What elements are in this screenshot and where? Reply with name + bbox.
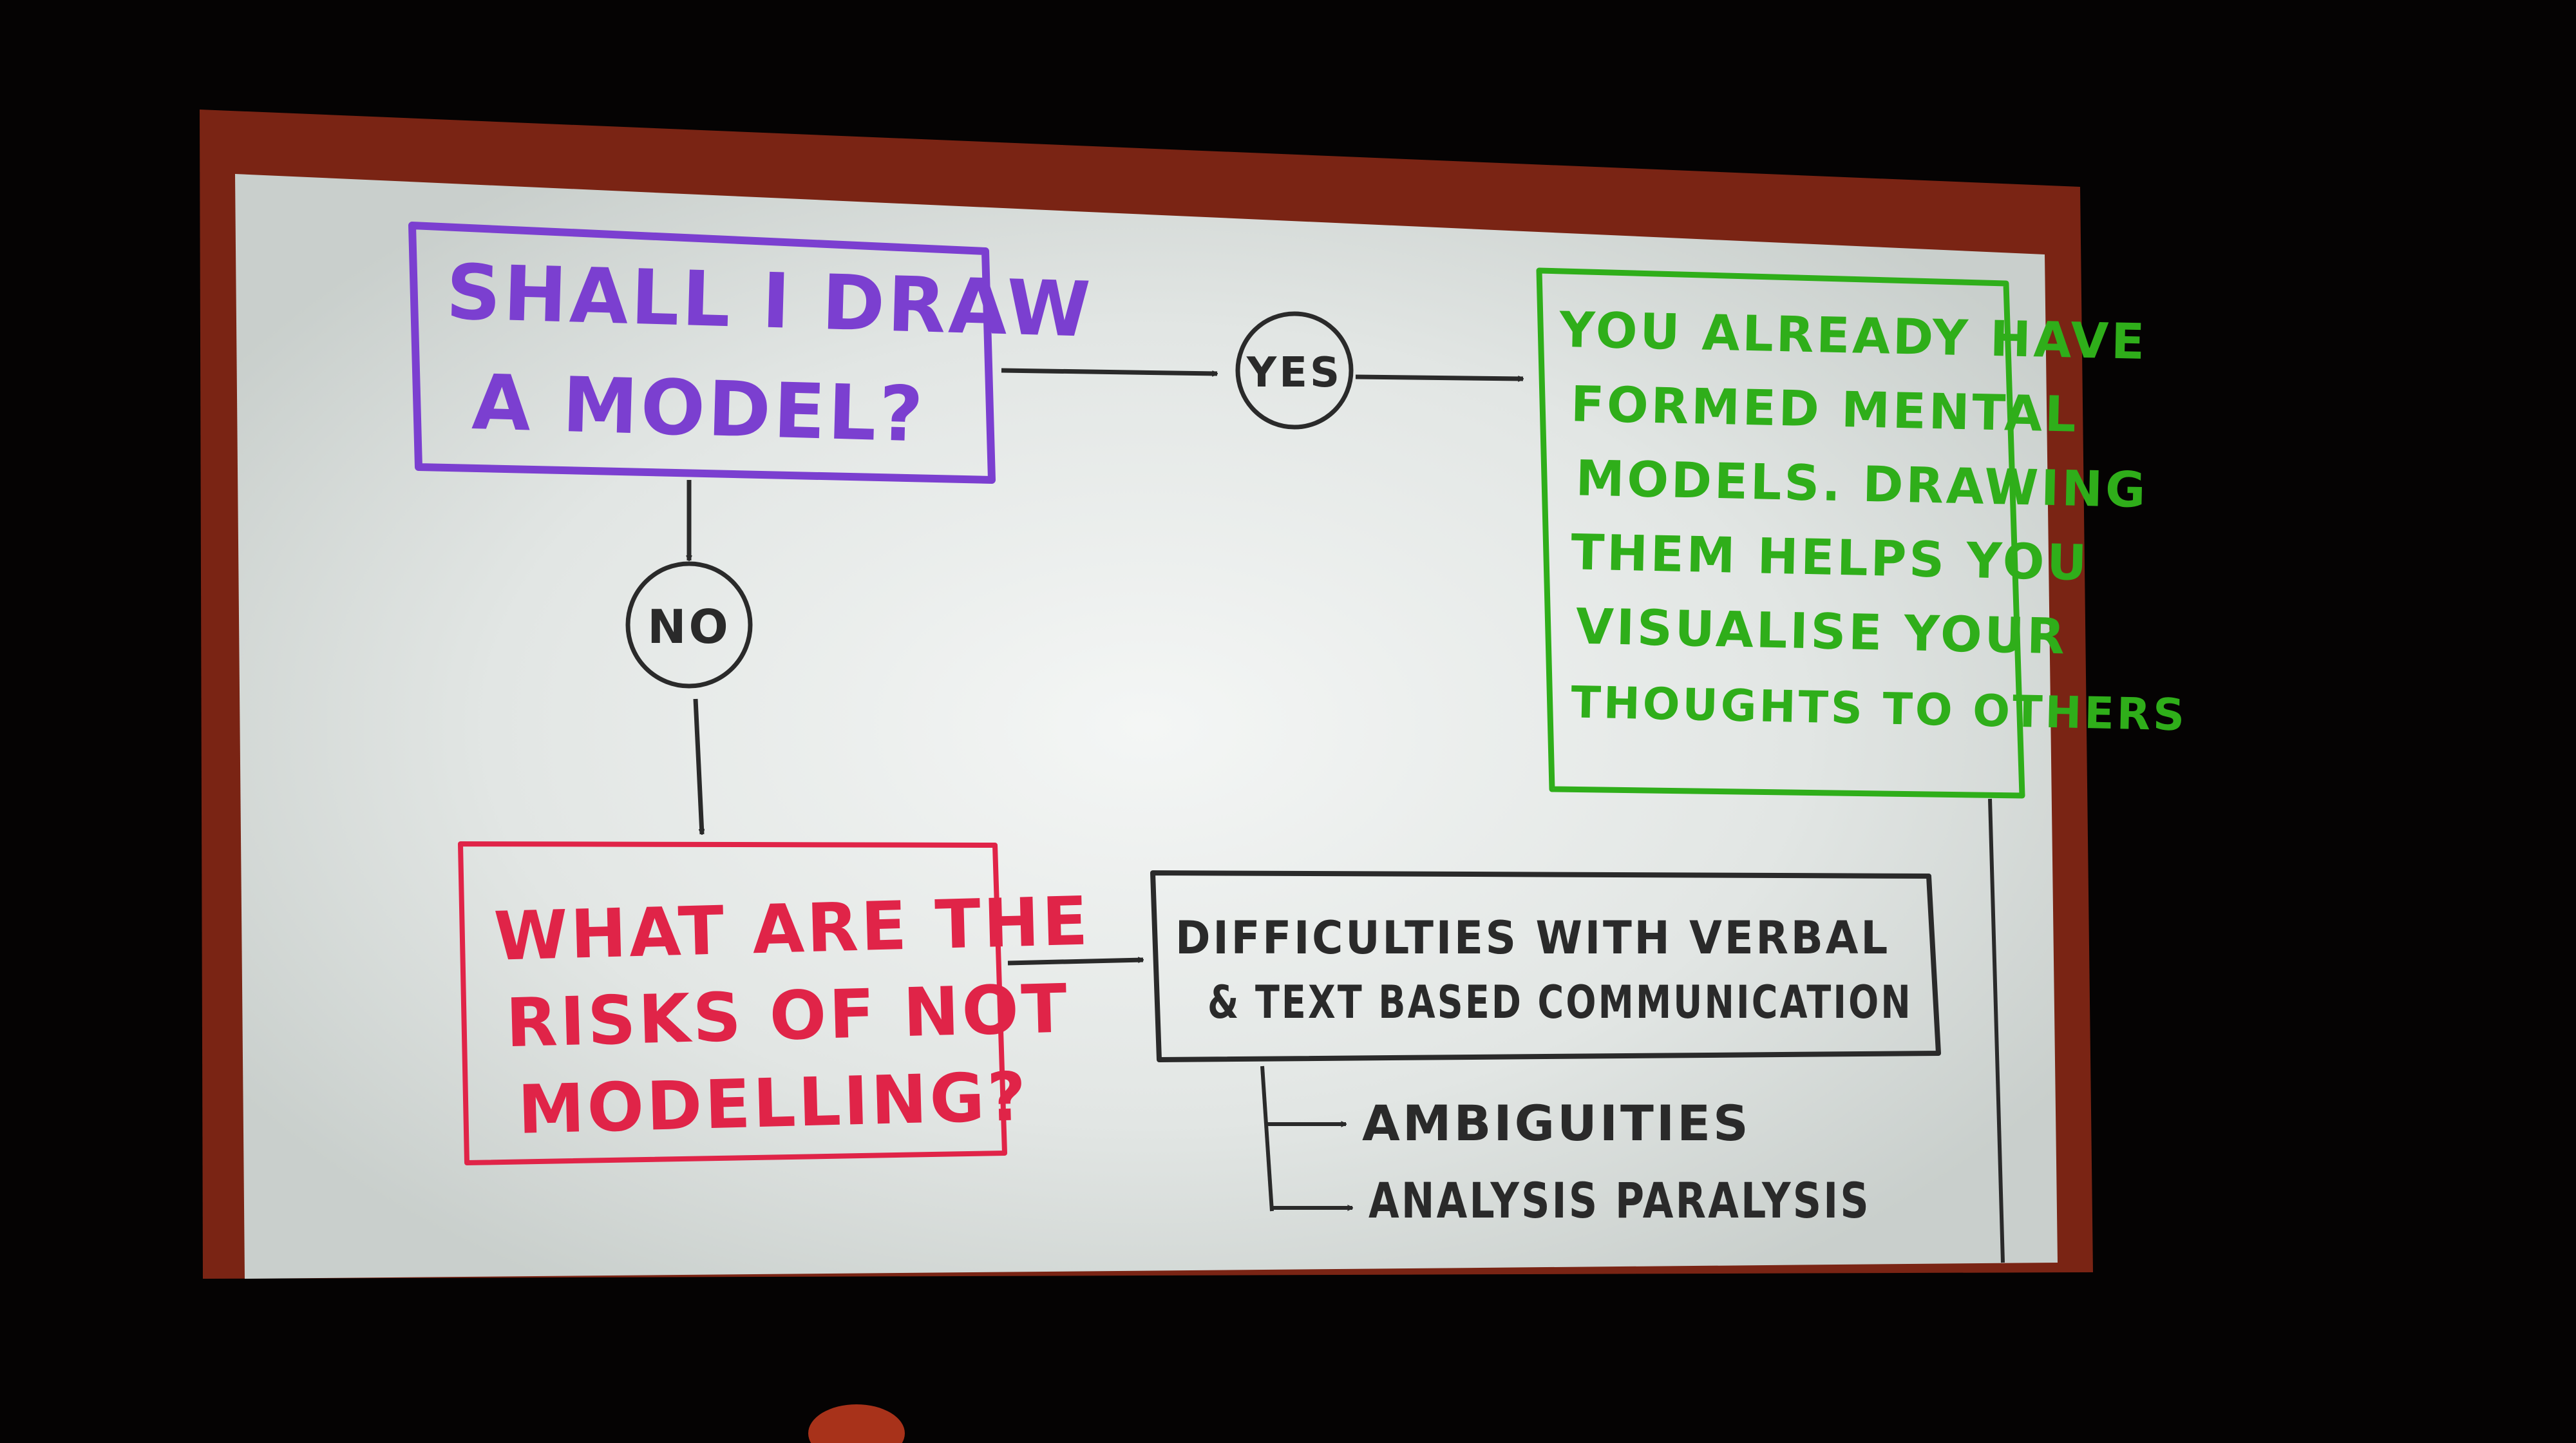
sub-item-ambiguities: AMBIGUITIES <box>1362 1094 1751 1152</box>
arrow-risks-to-difficulties <box>1007 960 1143 966</box>
question-text-line-2: A MODEL? <box>471 358 927 459</box>
no-label: NO <box>647 600 730 654</box>
sub-item-analysis-paralysis: ANALYSIS PARALYSIS <box>1368 1172 1871 1229</box>
mental-models-line-4: THEM HELPS YOU <box>1570 523 2090 591</box>
risks-line-2: RISKS OF NOT <box>505 969 1070 1062</box>
mental-models-line-5: VISUALISE YOUR <box>1575 597 2068 665</box>
risks-line-1: WHAT ARE THE <box>493 882 1091 976</box>
mental-models-line-2: FORMED MENTAL <box>1570 375 2079 443</box>
arrow-yes-to-mental-models <box>1355 374 1523 379</box>
mental-models-node: YOU ALREADY HAVE FORMED MENTAL MODELS. D… <box>1536 267 2188 799</box>
audience-head <box>808 1404 905 1443</box>
slide-photo: SHALL I DRAW A MODEL? YES YOU ALREADY HA… <box>200 110 2188 1443</box>
yes-label: YES <box>1246 349 1342 397</box>
arrow-question-to-yes <box>1001 368 1217 374</box>
question-text-line-1: SHALL I DRAW <box>445 247 1094 354</box>
risks-line-3: MODELLING? <box>517 1057 1030 1149</box>
mental-models-line-3: MODELS. DRAWING <box>1575 449 2149 519</box>
difficulties-line-1: DIFFICULTIES WITH VERBAL <box>1175 912 1890 964</box>
difficulties-line-2: & TEXT BASED COMMUNICATION <box>1208 976 1913 1029</box>
